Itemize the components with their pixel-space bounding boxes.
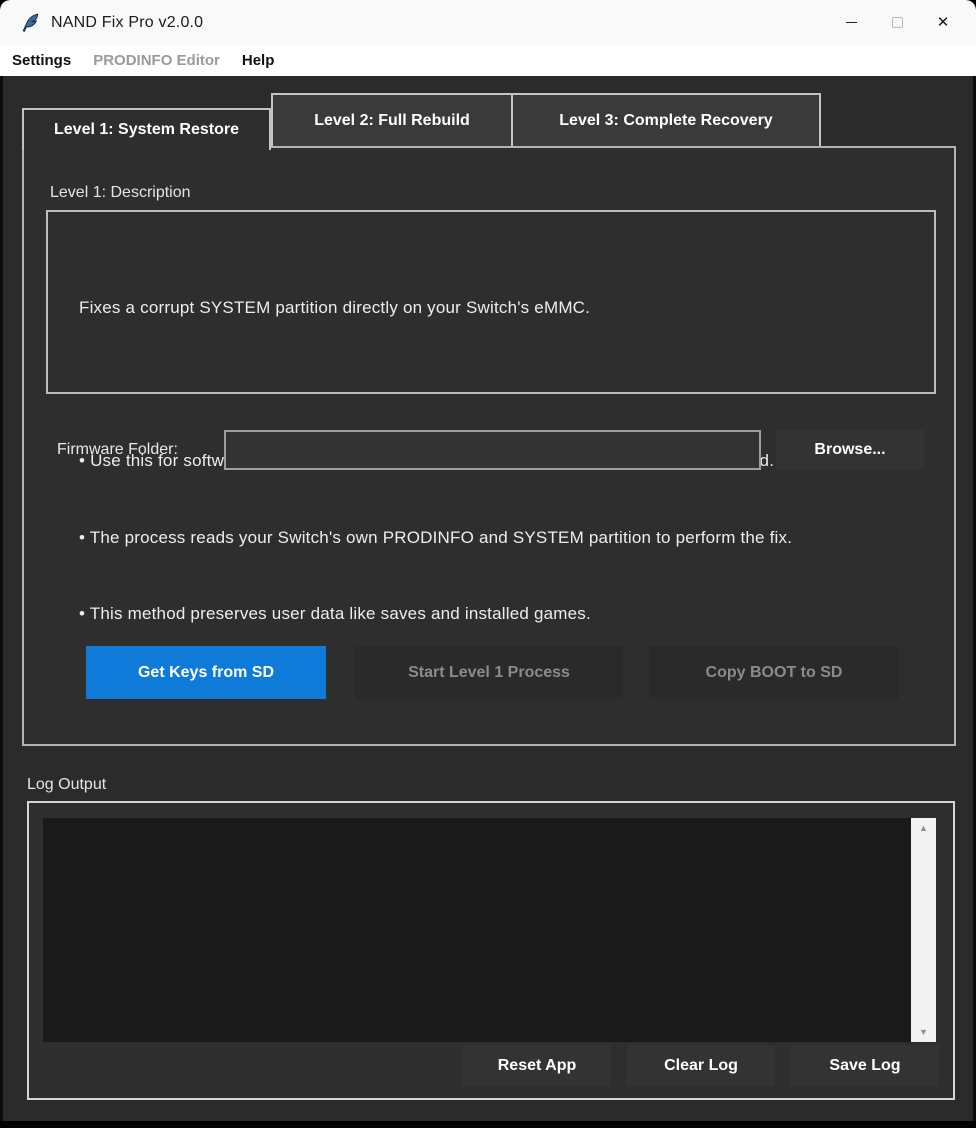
get-keys-from-sd-button[interactable]: Get Keys from SD	[86, 646, 326, 699]
log-output-group-box: ▲ ▼ Reset App Clear Log Save Log	[27, 801, 955, 1100]
description-group-label: Level 1: Description	[50, 184, 191, 202]
close-button[interactable]: ✕	[920, 0, 966, 45]
window-title: NAND Fix Pro v2.0.0	[51, 14, 203, 32]
clear-log-button[interactable]: Clear Log	[627, 1045, 775, 1086]
scroll-up-icon[interactable]: ▲	[919, 818, 928, 838]
app-window: NAND Fix Pro v2.0.0 ✕ Settings PRODINFO …	[0, 0, 976, 1128]
copy-boot-to-sd-button: Copy BOOT to SD	[649, 646, 899, 699]
description-bullet: • The process reads your Switch's own PR…	[79, 525, 934, 551]
close-icon: ✕	[937, 15, 950, 30]
browse-button[interactable]: Browse...	[776, 430, 924, 470]
log-scrollbar[interactable]: ▲ ▼	[911, 818, 936, 1042]
level-1-pane: Level 1: Description Fixes a corrupt SYS…	[22, 146, 956, 746]
firmware-folder-input[interactable]	[224, 430, 761, 470]
minimize-icon	[846, 22, 857, 23]
reset-app-button[interactable]: Reset App	[463, 1045, 611, 1086]
description-spacer	[79, 372, 934, 398]
description-intro: Fixes a corrupt SYSTEM partition directl…	[79, 295, 934, 321]
log-output-label: Log Output	[27, 776, 106, 794]
firmware-folder-label: Firmware Folder:	[57, 441, 178, 459]
menu-bar: Settings PRODINFO Editor Help	[0, 45, 976, 76]
start-level-1-process-button: Start Level 1 Process	[355, 646, 623, 699]
menu-help[interactable]: Help	[231, 45, 286, 76]
window-bottom-edge	[0, 1121, 976, 1128]
menu-settings[interactable]: Settings	[1, 45, 82, 76]
scroll-down-icon[interactable]: ▼	[919, 1022, 928, 1042]
tab-level-3-complete-recovery[interactable]: Level 3: Complete Recovery	[511, 93, 821, 148]
tab-level-1-system-restore[interactable]: Level 1: System Restore	[22, 108, 271, 150]
maximize-button[interactable]	[874, 0, 920, 45]
menu-prodinfo-editor: PRODINFO Editor	[82, 45, 231, 76]
description-group-box: Fixes a corrupt SYSTEM partition directl…	[46, 210, 936, 394]
tab-level-2-full-rebuild[interactable]: Level 2: Full Rebuild	[271, 93, 513, 148]
save-log-button[interactable]: Save Log	[791, 1045, 939, 1086]
title-bar[interactable]: NAND Fix Pro v2.0.0 ✕	[0, 0, 976, 45]
log-text-area[interactable]	[43, 818, 911, 1042]
caption-buttons: ✕	[828, 0, 976, 45]
tab-label: Level 2: Full Rebuild	[314, 112, 470, 130]
main-content: Level 2: Full Rebuild Level 3: Complete …	[0, 76, 976, 1121]
minimize-button[interactable]	[828, 0, 874, 45]
maximize-icon	[892, 17, 903, 28]
description-bullet: • This method preserves user data like s…	[79, 601, 934, 627]
python-feather-icon	[20, 12, 42, 34]
tab-label: Level 3: Complete Recovery	[559, 112, 772, 130]
tab-label: Level 1: System Restore	[54, 121, 239, 139]
